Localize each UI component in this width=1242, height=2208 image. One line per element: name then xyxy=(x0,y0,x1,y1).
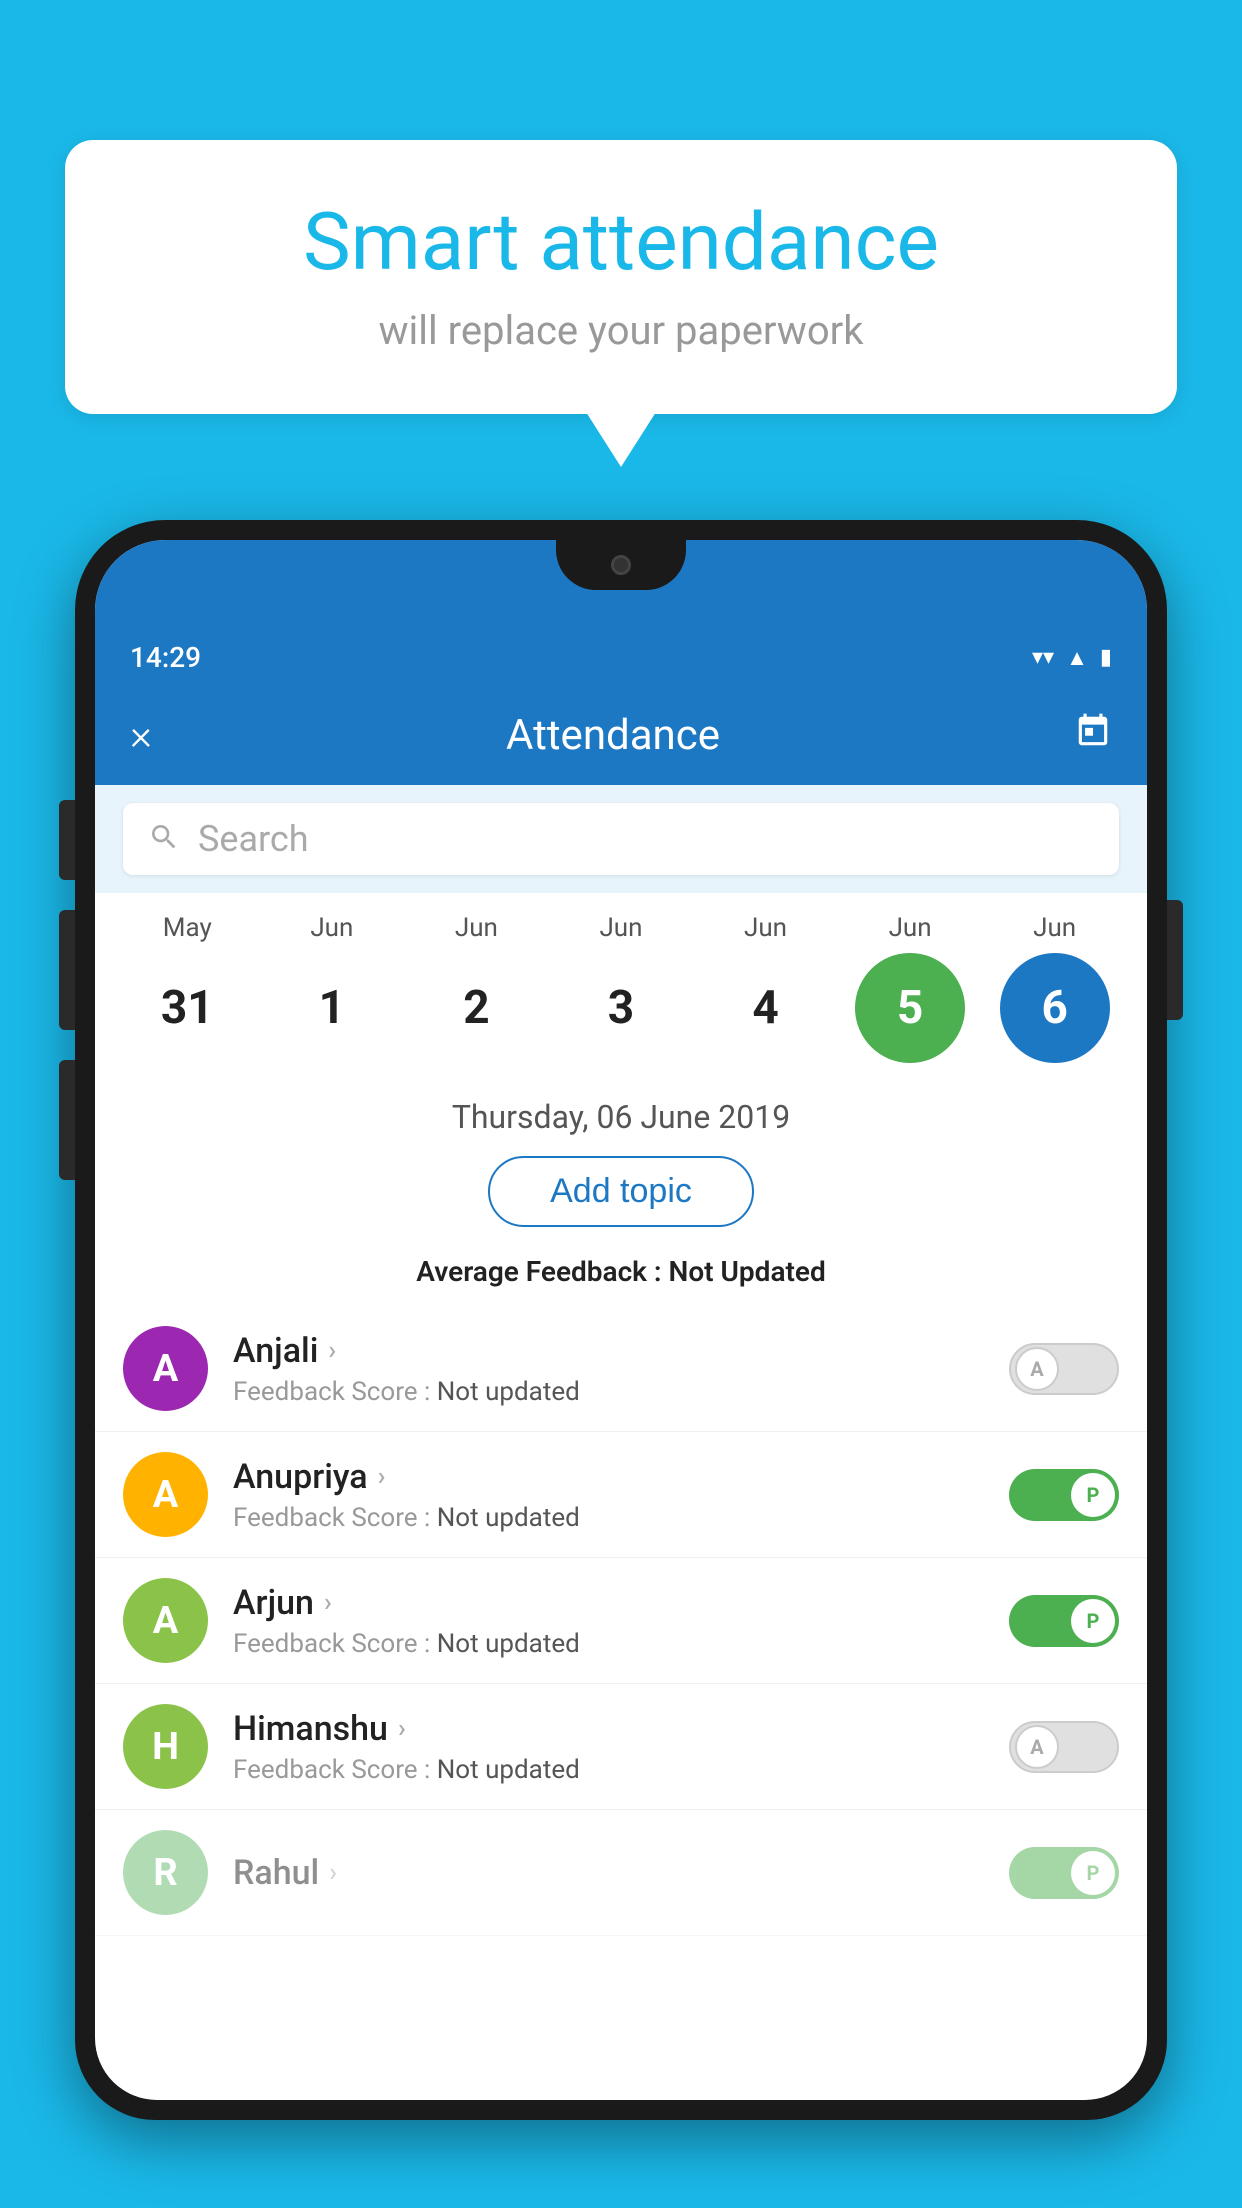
toggle-on[interactable]: P xyxy=(1009,1469,1119,1521)
list-item: A Arjun › Feedback Score : Not updated P xyxy=(95,1558,1147,1684)
close-button[interactable]: × xyxy=(130,711,152,760)
toggle-off[interactable]: A xyxy=(1009,1721,1119,1773)
battery-icon: ▮ xyxy=(1100,645,1112,670)
student-info: Rahul › xyxy=(233,1853,1009,1893)
search-input-placeholder: Search xyxy=(198,818,309,860)
attendance-toggle[interactable]: P xyxy=(1009,1595,1119,1647)
cal-date-3[interactable]: 3 xyxy=(566,953,676,1063)
phone-power-button[interactable] xyxy=(1167,900,1183,1020)
status-icons: ▾▾ ▲ ▮ xyxy=(1032,645,1112,671)
student-name[interactable]: Himanshu › xyxy=(233,1709,1009,1749)
list-item: R Rahul › P xyxy=(95,1810,1147,1936)
student-info: Arjun › Feedback Score : Not updated xyxy=(233,1583,1009,1659)
student-name[interactable]: Anupriya › xyxy=(233,1457,1009,1497)
attendance-toggle[interactable]: A xyxy=(1009,1721,1119,1773)
cal-month-5: Jun xyxy=(845,913,975,943)
toggle-on[interactable]: P xyxy=(1009,1595,1119,1647)
student-info: Himanshu › Feedback Score : Not updated xyxy=(233,1709,1009,1785)
phone-volume-down-button[interactable] xyxy=(59,910,75,1030)
add-topic-container: Add topic xyxy=(95,1146,1147,1247)
chevron-right-icon: › xyxy=(324,1588,332,1618)
phone-volume-up-button[interactable] xyxy=(59,800,75,880)
student-feedback: Feedback Score : Not updated xyxy=(233,1629,1009,1659)
speech-bubble-title: Smart attendance xyxy=(125,195,1117,289)
camera xyxy=(611,555,631,575)
student-feedback: Feedback Score : Not updated xyxy=(233,1755,1009,1785)
speech-bubble-subtitle: will replace your paperwork xyxy=(125,307,1117,354)
notch-area xyxy=(95,540,1147,630)
list-item: H Himanshu › Feedback Score : Not update… xyxy=(95,1684,1147,1810)
feedback-value: Not Updated xyxy=(669,1255,826,1288)
attendance-toggle[interactable]: P xyxy=(1009,1469,1119,1521)
student-name[interactable]: Rahul › xyxy=(233,1853,1009,1893)
attendance-toggle[interactable]: P xyxy=(1009,1847,1119,1899)
status-time: 14:29 xyxy=(130,641,201,674)
attendance-toggle[interactable]: A xyxy=(1009,1343,1119,1395)
cal-month-0: May xyxy=(122,913,252,943)
date-label: Thursday, 06 June 2019 xyxy=(95,1078,1147,1146)
list-item: A Anjali › Feedback Score : Not updated … xyxy=(95,1306,1147,1432)
cal-date-5[interactable]: 5 xyxy=(855,953,965,1063)
student-name[interactable]: Anjali › xyxy=(233,1331,1009,1371)
wifi-icon: ▾▾ xyxy=(1032,645,1054,670)
search-bar[interactable]: Search xyxy=(123,803,1119,875)
add-topic-button[interactable]: Add topic xyxy=(488,1156,754,1227)
cal-month-6: Jun xyxy=(990,913,1120,943)
cal-date-4[interactable]: 4 xyxy=(711,953,821,1063)
avatar: H xyxy=(123,1704,208,1789)
list-item: A Anupriya › Feedback Score : Not update… xyxy=(95,1432,1147,1558)
avatar: A xyxy=(123,1578,208,1663)
cal-month-1: Jun xyxy=(267,913,397,943)
student-feedback: Feedback Score : Not updated xyxy=(233,1377,1009,1407)
toggle-on[interactable]: P xyxy=(1009,1847,1119,1899)
cal-date-1[interactable]: 1 xyxy=(277,953,387,1063)
student-info: Anjali › Feedback Score : Not updated xyxy=(233,1331,1009,1407)
chevron-right-icon: › xyxy=(329,1858,337,1888)
cal-date-0[interactable]: 31 xyxy=(132,953,242,1063)
notch xyxy=(556,540,686,590)
signal-icon: ▲ xyxy=(1066,645,1088,671)
speech-bubble-arrow xyxy=(586,412,656,467)
toggle-off[interactable]: A xyxy=(1009,1343,1119,1395)
search-icon xyxy=(148,821,180,857)
speech-bubble-container: Smart attendance will replace your paper… xyxy=(65,140,1177,467)
student-info: Anupriya › Feedback Score : Not updated xyxy=(233,1457,1009,1533)
calendar-dates: 31 1 2 3 4 5 6 xyxy=(115,948,1127,1068)
cal-date-6[interactable]: 6 xyxy=(1000,953,1110,1063)
status-bar: 14:29 ▾▾ ▲ ▮ xyxy=(95,630,1147,685)
search-container: Search xyxy=(95,785,1147,893)
avatar: A xyxy=(123,1452,208,1537)
avatar: R xyxy=(123,1830,208,1915)
speech-bubble: Smart attendance will replace your paper… xyxy=(65,140,1177,414)
cal-month-3: Jun xyxy=(556,913,686,943)
calendar-months: May Jun Jun Jun Jun Jun Jun xyxy=(115,913,1127,943)
average-feedback: Average Feedback : Not Updated xyxy=(95,1247,1147,1306)
phone-silent-button[interactable] xyxy=(59,1060,75,1180)
phone-screen: 14:29 ▾▾ ▲ ▮ × Attendance xyxy=(95,540,1147,2100)
student-list: A Anjali › Feedback Score : Not updated … xyxy=(95,1306,1147,1936)
avatar: A xyxy=(123,1326,208,1411)
toolbar-title: Attendance xyxy=(182,711,1044,760)
app-toolbar: × Attendance xyxy=(95,685,1147,785)
phone-container: 14:29 ▾▾ ▲ ▮ × Attendance xyxy=(75,520,1167,2208)
cal-month-2: Jun xyxy=(411,913,541,943)
cal-date-2[interactable]: 2 xyxy=(421,953,531,1063)
student-feedback: Feedback Score : Not updated xyxy=(233,1503,1009,1533)
student-name[interactable]: Arjun › xyxy=(233,1583,1009,1623)
chevron-right-icon: › xyxy=(398,1714,406,1744)
calendar-icon[interactable] xyxy=(1074,712,1112,759)
chevron-right-icon: › xyxy=(378,1462,386,1492)
cal-month-4: Jun xyxy=(701,913,831,943)
calendar-row: May Jun Jun Jun Jun Jun Jun 31 1 2 3 4 5… xyxy=(95,893,1147,1078)
chevron-right-icon: › xyxy=(328,1336,336,1366)
phone-outer: 14:29 ▾▾ ▲ ▮ × Attendance xyxy=(75,520,1167,2120)
